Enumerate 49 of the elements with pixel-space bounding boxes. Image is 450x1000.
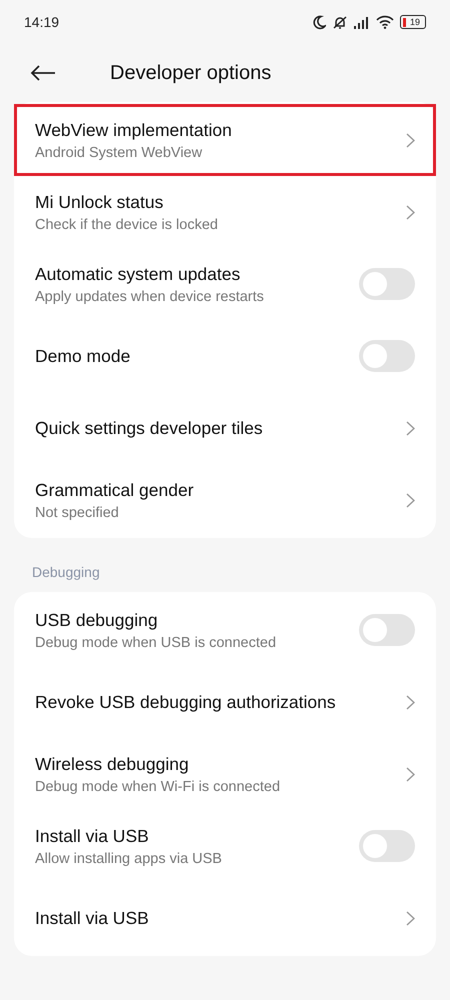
battery-icon: 19 xyxy=(400,15,426,29)
back-button[interactable] xyxy=(30,65,56,81)
page-title: Developer options xyxy=(110,62,272,84)
item-title: Automatic system updates xyxy=(35,264,242,284)
settings-item[interactable]: Install via USB xyxy=(14,882,436,954)
settings-item[interactable]: Quick settings developer tiles xyxy=(14,392,436,464)
toggle-switch[interactable] xyxy=(359,614,415,646)
chevron-icon xyxy=(406,132,415,148)
item-title: USB debugging xyxy=(35,610,159,630)
item-title: Quick settings developer tiles xyxy=(35,418,263,438)
settings-item[interactable]: WebView implementation Android System WebView xyxy=(14,104,436,176)
chevron-icon xyxy=(406,204,415,220)
toggle-switch[interactable] xyxy=(359,830,415,862)
item-title: WebView implementation xyxy=(35,120,232,140)
chevron-icon xyxy=(406,766,415,782)
item-subtitle: Android System WebView xyxy=(35,144,204,160)
wifi-icon xyxy=(376,15,394,29)
item-subtitle: Check if the device is locked xyxy=(35,216,218,232)
muted-bell-icon xyxy=(332,14,348,30)
item-title: Demo mode xyxy=(35,346,130,366)
item-subtitle: Allow installing apps via USB xyxy=(35,850,222,866)
toggle-switch[interactable] xyxy=(359,268,415,300)
item-subtitle: Apply updates when device restarts xyxy=(35,288,264,304)
settings-item[interactable]: Wireless debugging Debug mode when Wi-Fi is connected xyxy=(14,738,436,810)
item-subtitle: Debug mode when Wi-Fi is connected xyxy=(35,778,280,794)
item-title: Grammatical gender xyxy=(35,480,194,500)
item-title: Install via USB xyxy=(35,826,150,846)
chevron-icon xyxy=(406,694,415,710)
chevron-icon xyxy=(406,420,415,436)
moon-icon xyxy=(312,14,326,30)
item-title: Wireless debugging xyxy=(35,754,190,774)
item-subtitle: Not specified xyxy=(35,504,120,520)
chevron-icon xyxy=(406,492,415,508)
item-subtitle: Debug mode when USB is connected xyxy=(35,634,276,650)
item-title: Revoke USB debugging authorizations xyxy=(35,692,336,712)
toggle-switch[interactable] xyxy=(359,340,415,372)
settings-item[interactable]: Install via USB Allow installing apps via USB xyxy=(14,810,436,882)
item-title: Mi Unlock status xyxy=(35,192,164,212)
settings-item[interactable]: Demo mode xyxy=(14,320,436,392)
settings-item[interactable]: Revoke USB debugging authorizations xyxy=(14,666,436,738)
settings-item[interactable]: Mi Unlock status Check if the device is locked xyxy=(14,176,436,248)
settings-item[interactable]: Grammatical gender Not specified xyxy=(14,464,436,536)
status-time: 14:19 xyxy=(24,14,60,30)
item-title: Install via USB xyxy=(35,908,149,928)
section-heading: Debugging xyxy=(31,563,101,582)
signal-icon xyxy=(354,16,370,28)
chevron-icon xyxy=(406,910,415,926)
settings-item[interactable]: Automatic system updates Apply updates when device restarts xyxy=(14,248,436,320)
settings-item[interactable]: USB debugging Debug mode when USB is connected xyxy=(14,594,436,666)
